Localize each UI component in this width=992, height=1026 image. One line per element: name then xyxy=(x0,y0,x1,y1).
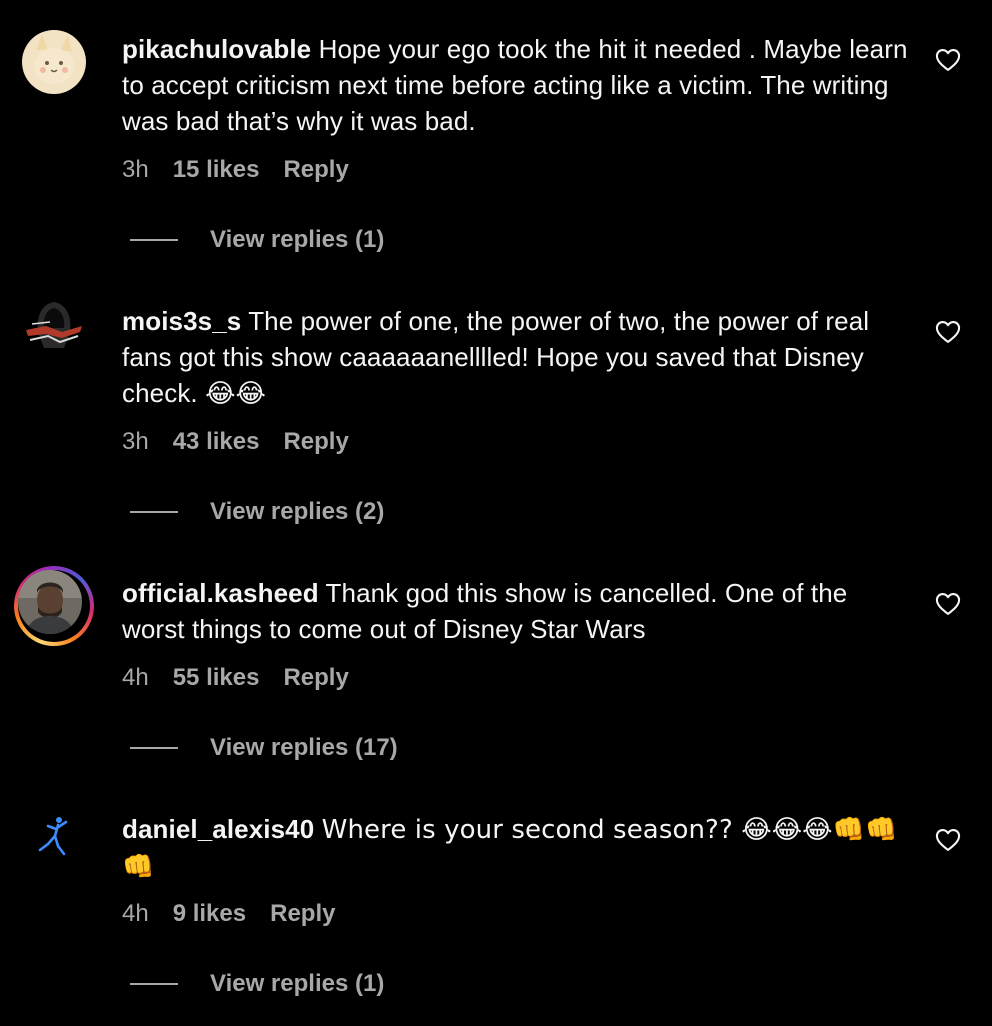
view-replies-button[interactable]: View replies (17) xyxy=(130,734,398,762)
comment-username[interactable]: pikachulovable xyxy=(122,34,311,64)
avatar[interactable] xyxy=(22,296,86,360)
view-replies-label: View replies (17) xyxy=(210,734,398,761)
comment-body: daniel_alexis40 Where is your second sea… xyxy=(122,811,912,885)
jumpman-logo-avatar-icon xyxy=(22,806,86,870)
comment-time[interactable]: 4h xyxy=(122,900,149,928)
comment-username[interactable]: mois3s_s xyxy=(122,306,241,336)
avatar[interactable] xyxy=(14,566,94,646)
comment-likes[interactable]: 9 likes xyxy=(173,900,246,928)
view-replies-button[interactable]: View replies (1) xyxy=(130,970,384,998)
view-replies-label: View replies (2) xyxy=(210,498,385,525)
replies-divider-line xyxy=(130,747,178,749)
replies-divider-line xyxy=(130,511,178,513)
replies-divider-line xyxy=(130,239,178,241)
view-replies-button[interactable]: View replies (1) xyxy=(130,226,384,254)
comment-likes[interactable]: 55 likes xyxy=(173,664,260,692)
portrait-avatar-icon xyxy=(18,570,82,634)
comment-likes[interactable]: 15 likes xyxy=(173,156,260,184)
comment-meta: 3h 15 likes Reply xyxy=(122,156,349,184)
reply-button[interactable]: Reply xyxy=(283,428,348,456)
comment-meta: 4h 9 likes Reply xyxy=(122,900,335,928)
comment-meta: 4h 55 likes Reply xyxy=(122,664,349,692)
comment-meta: 3h 43 likes Reply xyxy=(122,428,349,456)
reply-button[interactable]: Reply xyxy=(283,664,348,692)
heart-icon[interactable] xyxy=(934,826,962,854)
comment-time[interactable]: 3h xyxy=(122,428,149,456)
view-replies-label: View replies (1) xyxy=(210,970,385,997)
comment-time[interactable]: 4h xyxy=(122,664,149,692)
comment-time[interactable]: 3h xyxy=(122,156,149,184)
comment-username[interactable]: daniel_alexis40 xyxy=(122,814,314,844)
view-replies-label: View replies (1) xyxy=(210,226,385,253)
comment-username[interactable]: official.kasheed xyxy=(122,578,319,608)
heart-icon[interactable] xyxy=(934,318,962,346)
view-replies-button[interactable]: View replies (2) xyxy=(130,498,384,526)
hooded-figure-avatar-icon xyxy=(22,296,86,360)
heart-icon[interactable] xyxy=(934,590,962,618)
comment-likes[interactable]: 43 likes xyxy=(173,428,260,456)
reply-button[interactable]: Reply xyxy=(270,900,335,928)
comment-body: official.kasheed Thank god this show is … xyxy=(122,575,912,647)
avatar[interactable] xyxy=(22,30,86,94)
replies-divider-line xyxy=(130,983,178,985)
comment-body: mois3s_s The power of one, the power of … xyxy=(122,303,912,411)
heart-icon[interactable] xyxy=(934,46,962,74)
avatar[interactable] xyxy=(22,806,86,870)
reply-button[interactable]: Reply xyxy=(283,156,348,184)
pikachu-avatar-icon xyxy=(22,30,86,94)
comment-body: pikachulovable Hope your ego took the hi… xyxy=(122,31,912,139)
